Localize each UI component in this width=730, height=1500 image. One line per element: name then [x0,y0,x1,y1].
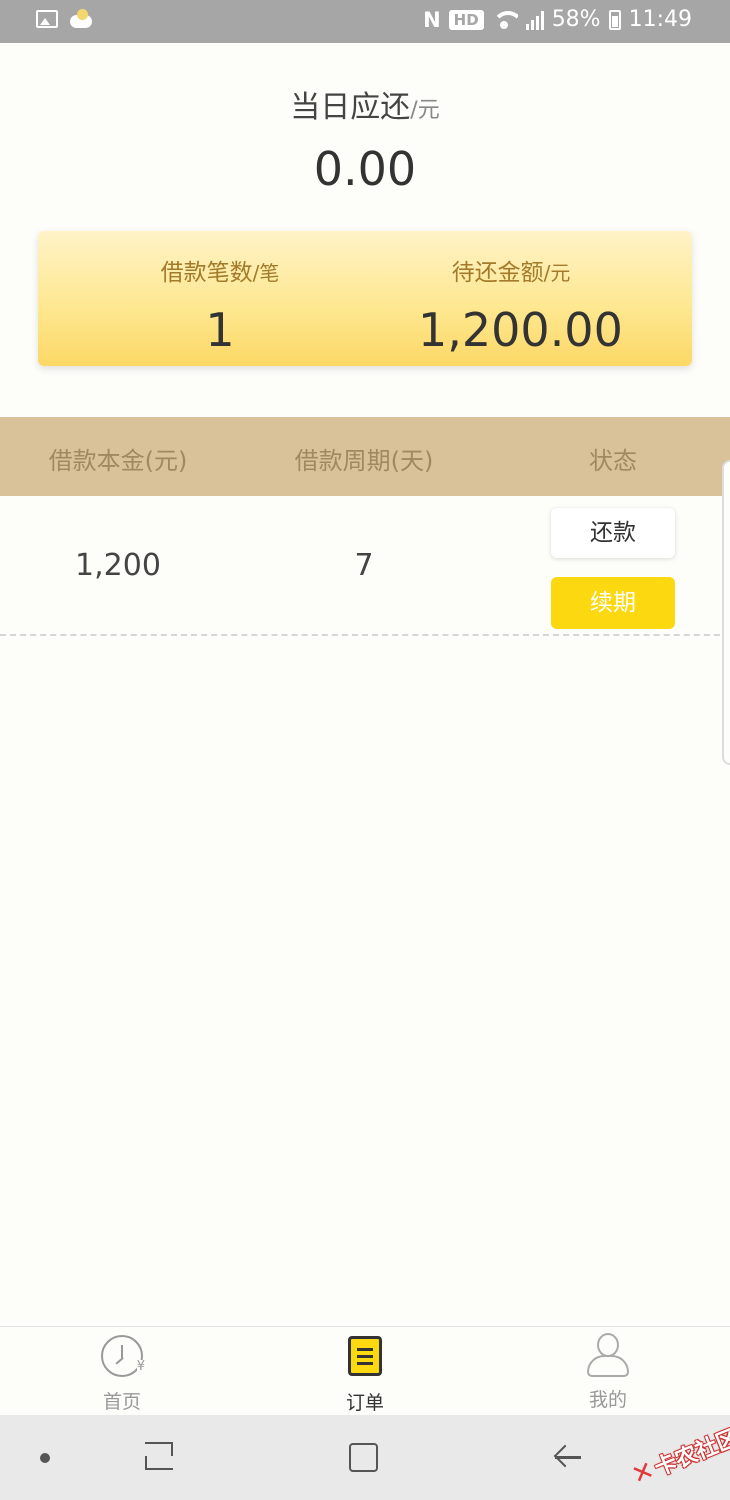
user-icon-head [597,1333,619,1357]
loan-summary-card: 借款笔数/笔 1 待还金额/元 1,200.00 [38,231,692,366]
back-icon[interactable] [553,1442,583,1472]
pending-amount-label-text: 待还金额 [451,260,544,286]
pending-amount-unit: /元 [543,261,571,285]
clock-icon: ¥ [101,1335,145,1377]
pending-amount-block: 待还金额/元 1,200.00 [418,253,623,357]
renew-button[interactable]: 续期 [551,577,675,629]
clock-time: 11:49 [628,7,692,32]
user-icon [585,1333,631,1379]
tab-home-label: 首页 [102,1391,141,1413]
home-icon[interactable] [349,1443,378,1472]
tab-orders-label: 订单 [345,1392,384,1414]
system-icons: N HD 58% 11:49 [423,7,692,32]
order-list-glyph [348,1336,382,1376]
status-bar: N HD 58% 11:49 [0,0,730,43]
loan-count-label: 借款笔数/笔 [138,253,302,287]
edge-panel-handle[interactable] [722,460,730,765]
loan-count-block: 借款笔数/笔 1 [138,253,302,357]
system-navigation-bar [0,1415,730,1500]
tab-orders[interactable]: 订单 [305,1333,425,1415]
nfc-icon: N [423,7,441,32]
due-today-unit: /元 [410,98,440,123]
loan-period-cell: 7 [354,548,374,583]
gallery-icon [36,10,58,28]
due-today-amount: 0.00 [313,142,417,196]
wifi-icon [491,10,518,29]
table-row: 1,200 7 还款 续期 [0,496,730,636]
tab-mine-label: 我的 [588,1389,627,1411]
battery-percent: 58% [551,7,601,32]
loan-principal-cell: 1,200 [75,548,161,583]
order-list-icon [342,1336,388,1382]
loan-count-label-text: 借款笔数 [160,260,253,286]
tab-mine[interactable]: 我的 [548,1333,668,1412]
tab-home[interactable]: ¥ 首页 [62,1333,182,1414]
bottom-tab-bar: ¥ 首页 订单 我的 [0,1326,730,1415]
column-header-status: 状态 [589,447,637,475]
recent-apps-icon[interactable] [145,1442,175,1472]
pending-amount-value: 1,200.00 [418,303,623,357]
loan-count-value: 1 [205,303,235,357]
loan-table-header: 借款本金(元) 借款周期(天) 状态 [0,417,730,496]
due-today-label: 当日应还 [290,90,411,125]
pending-amount-label: 待还金额/元 [418,253,604,287]
clock-yen-icon: ¥ [99,1335,145,1381]
yen-symbol: ¥ [136,1359,145,1374]
nav-dot-icon[interactable] [40,1453,50,1463]
signal-icon [525,10,544,30]
repay-button[interactable]: 还款 [551,508,675,558]
due-today-title: 当日应还/元 [0,82,730,126]
column-header-principal: 借款本金(元) [48,447,188,475]
battery-icon [608,9,621,30]
loan-count-unit: /笔 [252,261,280,285]
column-header-period: 借款周期(天) [294,447,434,475]
weather-icon [70,8,92,28]
user-icon-body [587,1355,629,1377]
notification-icons [36,8,92,28]
hd-voice-icon: HD [448,9,484,30]
